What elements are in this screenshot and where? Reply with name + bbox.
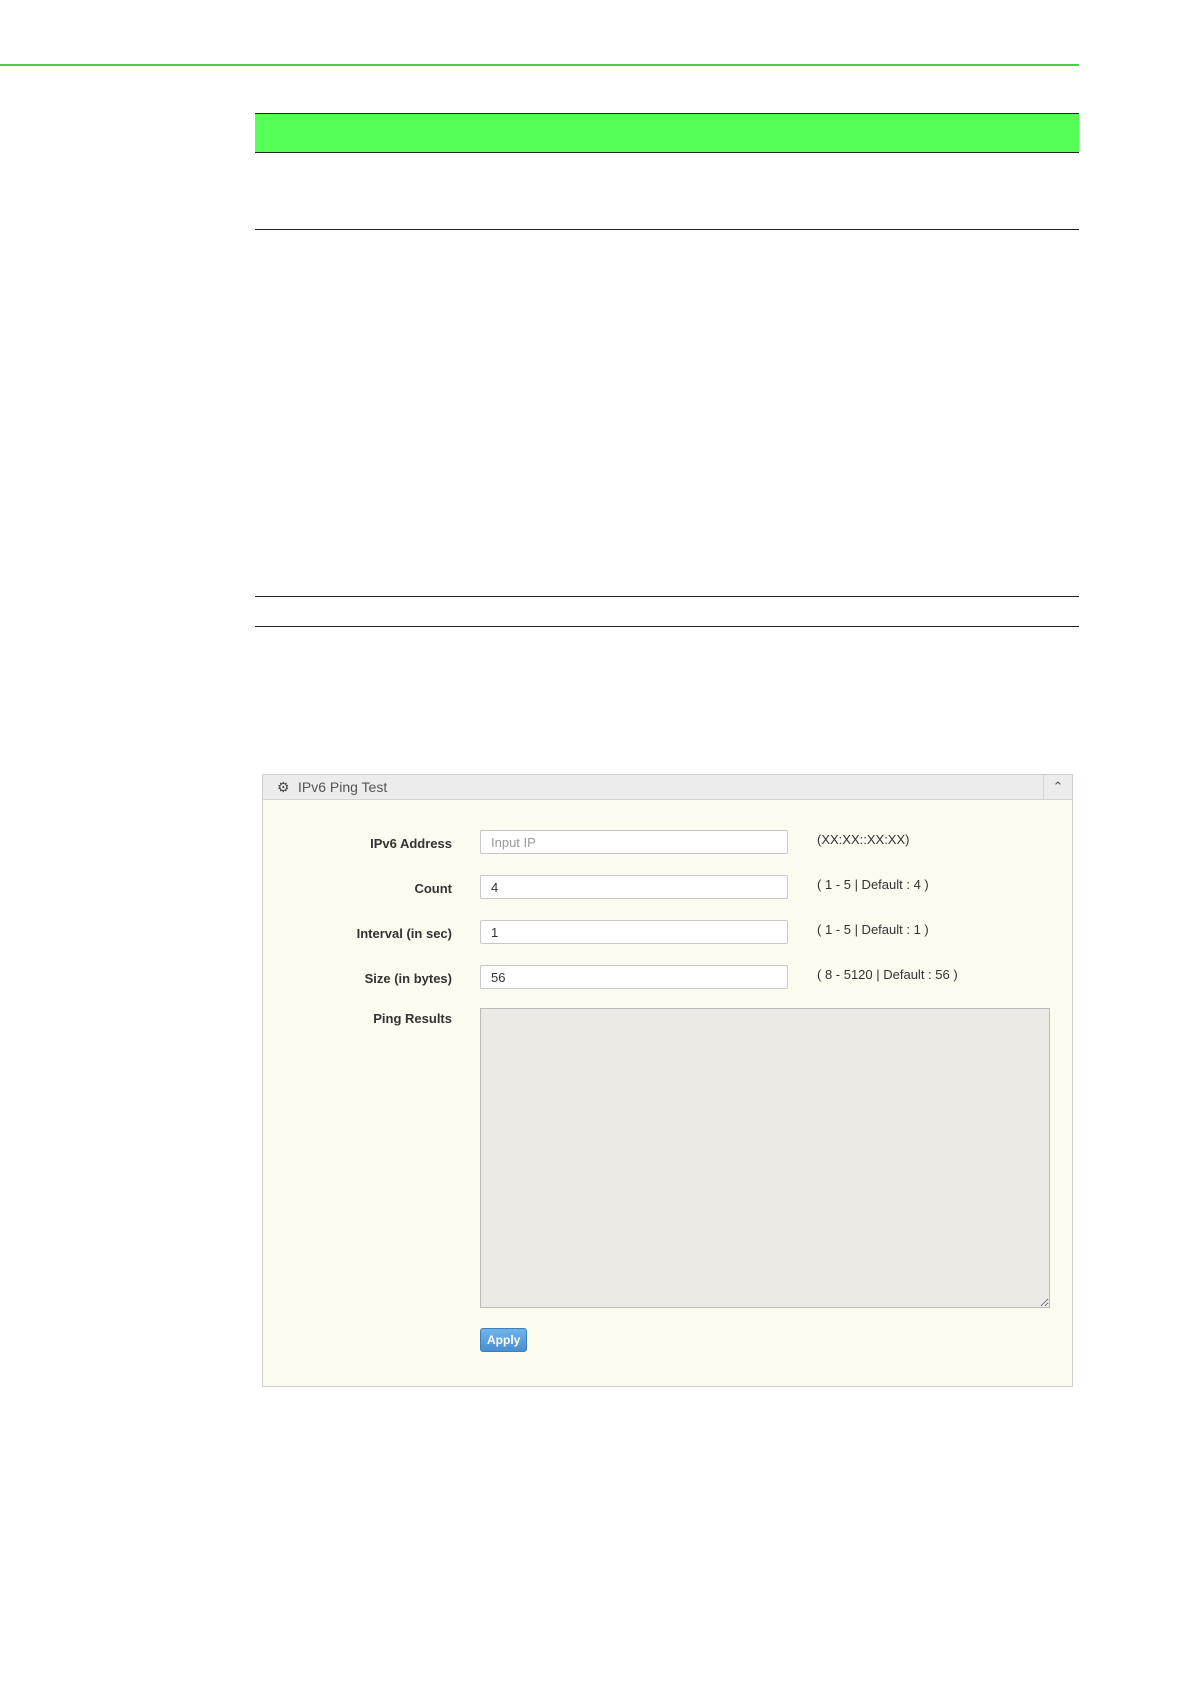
size-row: Size (in bytes) ( 8 - 5120 | Default : 5… <box>263 965 1072 991</box>
ipv6-address-label: IPv6 Address <box>370 836 452 851</box>
table-divider <box>255 626 1079 627</box>
chevron-up-icon: ⌃ <box>1052 779 1064 794</box>
count-row: Count ( 1 - 5 | Default : 4 ) <box>263 875 1072 901</box>
apply-button[interactable]: Apply <box>480 1328 528 1352</box>
ipv6-ping-test-panel: ⚙ IPv6 Ping Test ⌃ IPv6 Address (XX:XX::… <box>262 774 1073 1387</box>
interval-label: Interval (in sec) <box>356 926 452 941</box>
table-divider <box>255 229 1079 230</box>
count-label: Count <box>414 881 452 896</box>
gear-icon: ⚙ <box>277 779 290 795</box>
interval-row: Interval (in sec) ( 1 - 5 | Default : 1 … <box>263 920 1072 946</box>
ping-results-label: Ping Results <box>373 1011 452 1026</box>
ipv6-address-input[interactable] <box>480 830 788 854</box>
interval-input[interactable] <box>480 920 788 944</box>
top-rule <box>0 64 1079 66</box>
panel-title: IPv6 Ping Test <box>298 779 388 795</box>
ipv6-address-hint: (XX:XX::XX:XX) <box>817 832 910 847</box>
interval-hint: ( 1 - 5 | Default : 1 ) <box>817 922 929 937</box>
ipv6-address-row: IPv6 Address (XX:XX::XX:XX) <box>263 830 1072 856</box>
collapse-button[interactable]: ⌃ <box>1043 775 1072 799</box>
count-input[interactable] <box>480 875 788 899</box>
count-hint: ( 1 - 5 | Default : 4 ) <box>817 877 929 892</box>
ping-results-textarea[interactable] <box>480 1008 1050 1308</box>
panel-header: ⚙ IPv6 Ping Test ⌃ <box>263 775 1072 800</box>
table-header-band <box>255 113 1079 153</box>
size-input[interactable] <box>480 965 788 989</box>
table-divider <box>255 596 1079 597</box>
size-hint: ( 8 - 5120 | Default : 56 ) <box>817 967 958 982</box>
size-label: Size (in bytes) <box>364 971 452 986</box>
